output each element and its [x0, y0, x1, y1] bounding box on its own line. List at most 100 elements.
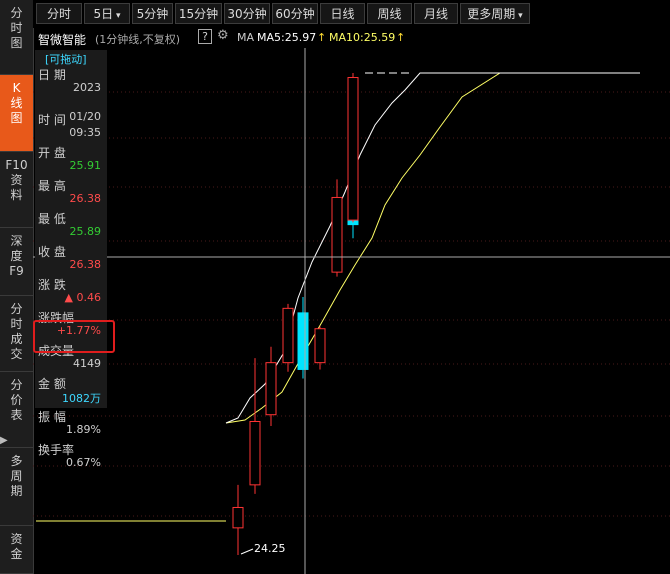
left-tab-1[interactable]: K线图 [0, 75, 33, 152]
left-tab-char: 线 [10, 96, 23, 110]
ma5-value: MA5:25.97 [257, 31, 317, 44]
candle-up [314, 328, 326, 364]
candle-up [282, 307, 294, 364]
period-button-8[interactable]: 月线 [414, 3, 458, 24]
period-button-label: 周线 [377, 7, 402, 21]
left-tab-0[interactable]: 分时图 [0, 0, 33, 75]
period-toolbar: 分时 5日 ▾ 5分钟 15分钟 30分钟 60分钟 日线 周线 月线 更多周期 ▾ [33, 0, 670, 28]
chevron-down-icon: ▾ [113, 11, 121, 21]
info-value: 1.89% [66, 423, 101, 436]
left-tab-char: 交 [10, 347, 23, 361]
left-tab-char: 图 [10, 36, 23, 50]
chart-title-bar: 智微智能 (1分钟线,不复权) ? ⚙ MA MA5:25.97 ↑ MA10:… [33, 28, 670, 48]
candle-up [331, 196, 343, 273]
info-value: 1082万 [62, 392, 101, 405]
candle-up [347, 77, 359, 221]
left-tab-char: 分 [10, 6, 23, 20]
left-tab-char: 时 [10, 21, 23, 35]
left-tab-char: F10 [5, 158, 28, 172]
period-button-0[interactable]: 分时 [36, 3, 82, 24]
period-button-label: 30分钟 [227, 7, 267, 21]
info-label: 收 盘 [38, 245, 66, 259]
info-value: 0.67% [66, 456, 101, 469]
left-tab-char: 价 [10, 393, 23, 407]
candle-up [265, 362, 277, 416]
period-button-label: 日线 [330, 7, 355, 21]
info-label: 涨 跌 [38, 278, 66, 292]
ma5-arrow-icon: ↑ [317, 31, 327, 44]
period-button-3[interactable]: 15分钟 [175, 3, 222, 24]
left-tab-char: 图 [10, 111, 23, 125]
left-tab-bar: 分时图 K 线图 F10 资料深度 F9 分时成交分价表多周期资金 [0, 0, 34, 574]
low-annotation-arrow [240, 548, 254, 555]
left-tab-char: 资 [10, 532, 23, 546]
left-tab-char: 深 [10, 234, 23, 248]
left-tab-6[interactable]: 多周期 [0, 448, 33, 526]
period-button-label: 5分钟 [136, 7, 169, 21]
candle-down [297, 312, 309, 370]
left-tab-3[interactable]: 深度 F9 [0, 228, 33, 296]
info-label: 最 高 [38, 179, 66, 193]
period-button-label: 月线 [423, 7, 448, 21]
info-value: 26.38 [69, 192, 102, 205]
info-label: 最 低 [38, 212, 66, 226]
period-button-9[interactable]: 更多周期 ▾ [460, 3, 530, 24]
period-button-label: 更多周期 [467, 7, 516, 21]
low-annotation: 24.25 [254, 542, 286, 555]
left-tab-char: 多 [10, 454, 23, 468]
ma-label[interactable]: MA [237, 31, 254, 44]
left-tab-char: F9 [9, 264, 24, 278]
period-button-1[interactable]: 5日 ▾ [84, 3, 130, 24]
info-label: 时 间 [38, 113, 66, 127]
ma10-value: MA10:25.59 [329, 31, 396, 44]
left-tab-4[interactable]: 分时成交 [0, 296, 33, 372]
left-tab-7[interactable]: 资金 [0, 526, 33, 574]
info-panel[interactable]: [可拖动] 日 期 2023 01/20 时 间 09:35 开 盘 25.91 最 高 26.… [35, 50, 107, 469]
info-value: 01/20 [69, 110, 101, 123]
info-label: 振 幅 [38, 410, 66, 424]
left-tab-char: 成 [10, 332, 23, 346]
left-tab-char: 表 [10, 408, 23, 422]
stock-name: 智微智能 [38, 33, 87, 47]
info-value: 09:35 [69, 126, 101, 139]
left-tab-char: 期 [10, 484, 23, 498]
period-button-2[interactable]: 5分钟 [132, 3, 173, 24]
info-value: ▲ 0.46 [64, 291, 101, 304]
candle-up [249, 420, 261, 486]
help-icon[interactable]: ? [198, 29, 212, 44]
info-label: 日 期 [38, 68, 66, 82]
info-value: 4149 [73, 357, 101, 370]
period-button-label: 分时 [46, 7, 71, 21]
left-tab-char: K [12, 81, 21, 95]
period-button-6[interactable]: 日线 [320, 3, 365, 24]
left-tab-char: 金 [10, 547, 23, 561]
ma10-arrow-icon: ↑ [396, 31, 406, 44]
period-button-label: 15分钟 [178, 7, 219, 21]
chevron-down-icon: ▾ [515, 11, 523, 21]
period-button-label: 60分钟 [275, 7, 315, 21]
period-button-label: 5日 [93, 7, 114, 21]
kline-chart[interactable]: 24.25 [33, 48, 670, 574]
drag-hint: [可拖动] [45, 53, 87, 66]
left-tab-char: 度 [10, 249, 23, 263]
expand-arrow-icon[interactable]: ▶ [0, 434, 8, 448]
left-tab-char: 分 [10, 302, 23, 316]
info-value: 25.89 [69, 225, 102, 238]
amount-highlight-box [33, 320, 115, 353]
period-button-5[interactable]: 60分钟 [272, 3, 318, 24]
period-note: (1分钟线,不复权) [95, 33, 181, 46]
info-value: 26.38 [69, 258, 102, 271]
info-label: 开 盘 [38, 146, 66, 160]
candle-up [232, 506, 244, 529]
left-tab-2[interactable]: F10 资料 [0, 152, 33, 228]
period-button-7[interactable]: 周线 [367, 3, 412, 24]
info-value: 25.91 [69, 159, 102, 172]
left-tab-char: 周 [10, 469, 23, 483]
left-tab-char: 分 [10, 378, 23, 392]
gear-icon[interactable]: ⚙ [217, 28, 229, 43]
period-button-4[interactable]: 30分钟 [224, 3, 270, 24]
left-tab-char: 时 [10, 317, 23, 331]
left-tab-char: 料 [10, 188, 23, 202]
info-value: 2023 [73, 81, 101, 94]
left-tab-char: 资 [10, 173, 23, 187]
